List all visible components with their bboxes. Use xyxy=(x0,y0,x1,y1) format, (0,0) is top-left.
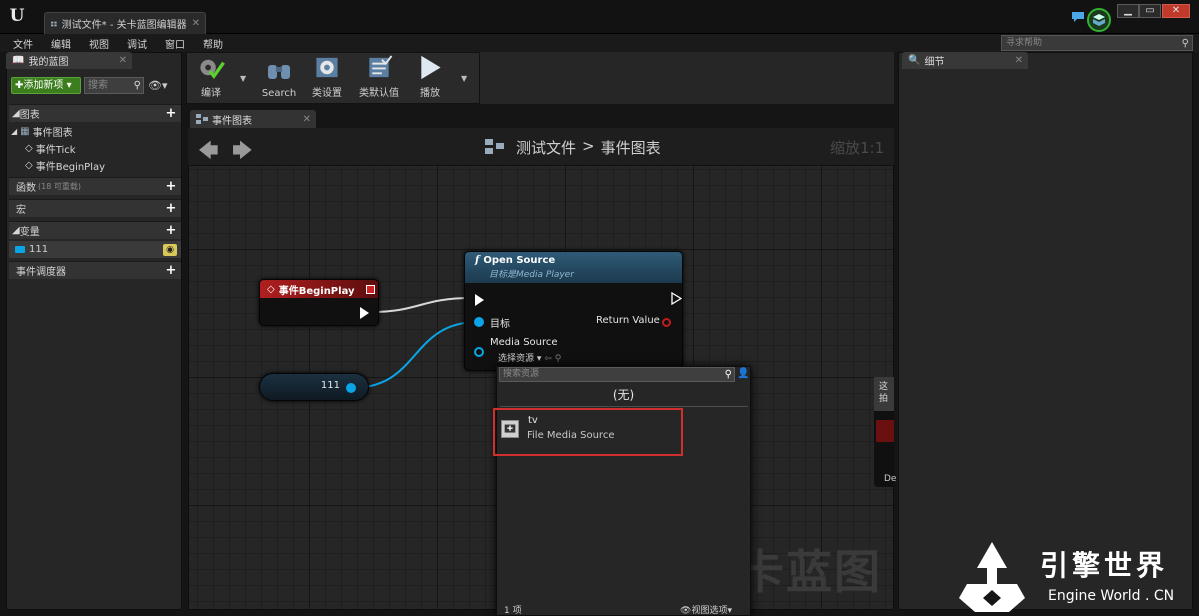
select-asset-combo[interactable]: 选择资源 ▾ ⇦ ⚲ xyxy=(498,351,561,364)
eye-icon: 👁 xyxy=(680,606,692,616)
branding-en: Engine World . CN xyxy=(1048,588,1175,604)
details-panel xyxy=(898,52,1193,610)
node-event-beginplay-title: 事件BeginPlay xyxy=(278,285,355,297)
partial-node-header xyxy=(876,420,894,442)
node-event-beginplay[interactable]: ◇ 事件BeginPlay xyxy=(259,279,379,326)
partial-tip-line2: 拍 xyxy=(879,394,889,404)
asset-item-name: tv xyxy=(528,415,538,426)
exec-wire xyxy=(369,297,473,313)
node-open-source[interactable]: f Open Source 目标是Media Player 目标 Return V… xyxy=(464,251,683,371)
asset-search-placeholder: 搜索资源 xyxy=(503,369,540,379)
engine-world-logo xyxy=(959,542,1025,612)
branding-cn: 引擎世界 xyxy=(1040,549,1169,582)
partial-tip-line1: 这 xyxy=(879,382,889,392)
asset-count: 1 项 xyxy=(504,606,522,616)
view-options-label: 视图选项 xyxy=(691,606,728,616)
object-output-pin[interactable] xyxy=(346,383,356,393)
node-event-beginplay-header: ◇ 事件BeginPlay xyxy=(260,280,378,298)
select-asset-label: 选择资源 xyxy=(498,354,535,364)
tab-details-label: 细节 xyxy=(924,57,945,68)
tab-details[interactable]: 🔍 细节 ✕ xyxy=(902,52,1028,69)
partial-node-text: De xyxy=(884,474,897,484)
return-value-label: Return Value xyxy=(596,315,660,326)
node-open-source-title: Open Source xyxy=(483,255,556,266)
chevron-down-icon: ▾ xyxy=(727,606,732,616)
target-input-pin[interactable] xyxy=(474,317,484,327)
media-source-input-pin[interactable] xyxy=(474,347,484,357)
node-open-source-header: f Open Source 目标是Media Player xyxy=(465,252,682,283)
exec-output-pin[interactable] xyxy=(663,292,682,305)
object-wire xyxy=(351,321,479,389)
media-source-thumbnail-icon xyxy=(501,420,519,438)
asset-item-type: File Media Source xyxy=(527,430,615,441)
divider xyxy=(500,406,748,407)
event-diamond-icon: ◇ xyxy=(267,283,275,295)
asset-search-input[interactable]: 搜索资源 ⚲ xyxy=(499,367,735,382)
search-icon: ⚲ xyxy=(724,369,732,380)
node-variable-get-111[interactable]: 111 xyxy=(259,373,369,401)
media-source-label: Media Source xyxy=(490,337,558,348)
target-pin-label: 目标 xyxy=(490,319,510,330)
partial-node-tooltip: 这拍 xyxy=(874,377,894,411)
view-options-button[interactable]: 👁视图选项▾ xyxy=(680,603,732,616)
user-filter-icon[interactable]: 👤 xyxy=(737,368,749,381)
close-tab-icon[interactable]: ✕ xyxy=(1015,55,1023,66)
browse-search-icon[interactable]: ⚲ xyxy=(555,354,562,364)
exec-input-pin[interactable] xyxy=(475,294,484,306)
return-value-pin[interactable] xyxy=(662,318,671,327)
exec-output-pin[interactable] xyxy=(360,307,369,319)
use-selected-arrow-icon[interactable]: ⇦ xyxy=(544,354,552,364)
delegate-pin-icon[interactable] xyxy=(366,284,375,294)
node-open-source-subtitle: 目标是Media Player xyxy=(489,270,574,280)
asset-none-option[interactable]: (无) xyxy=(496,386,751,406)
magnifier-icon: 🔍 xyxy=(908,55,921,66)
function-f-icon: f xyxy=(475,255,480,266)
node-variable-get-111-label: 111 xyxy=(320,380,340,391)
